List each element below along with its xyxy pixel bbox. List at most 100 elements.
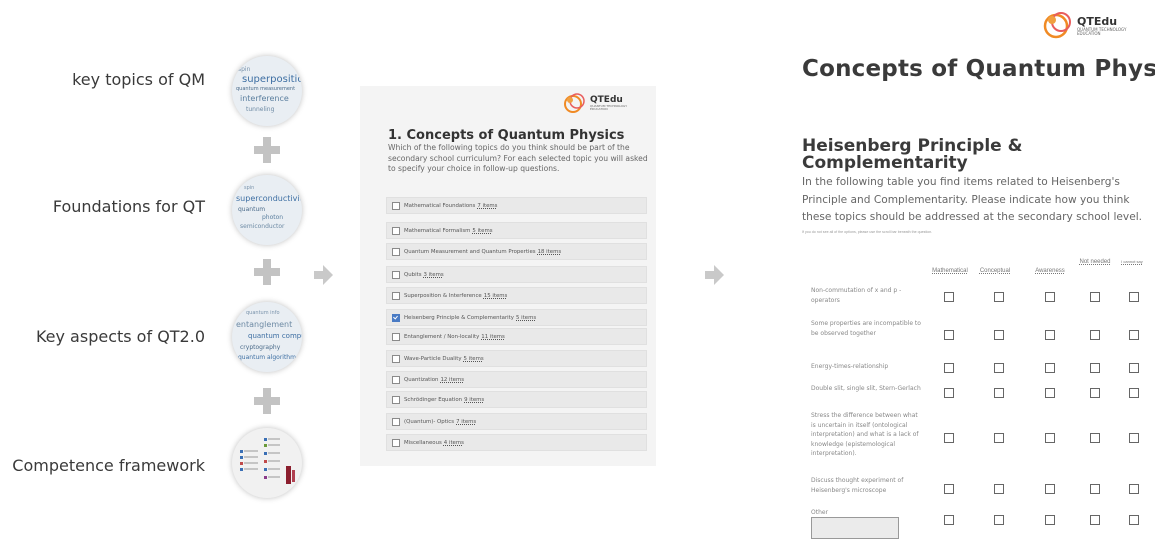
- word-cloud-word: photon: [262, 214, 284, 221]
- matrix-checkbox[interactable]: [994, 433, 1004, 443]
- topic-checkbox[interactable]: [392, 332, 400, 341]
- topic-option[interactable]: Mathematical Formalism 5 items: [386, 222, 647, 239]
- other-text-input[interactable]: [811, 517, 899, 539]
- topic-items-count: 7 items: [456, 418, 477, 425]
- matrix-checkbox[interactable]: [1129, 484, 1139, 494]
- matrix-checkbox[interactable]: [994, 330, 1004, 340]
- label-key-topics-qm: key topics of QM: [72, 70, 205, 89]
- column-header: Awareness: [1025, 267, 1075, 275]
- qtedu-logo-icon: [1043, 12, 1071, 39]
- competence-framework-thumbnail: [232, 428, 302, 498]
- matrix-checkbox[interactable]: [994, 515, 1004, 525]
- topic-option[interactable]: Qubits 3 items: [386, 266, 647, 283]
- matrix-checkbox[interactable]: [1129, 363, 1139, 373]
- matrix-checkbox[interactable]: [1090, 292, 1100, 302]
- topic-option[interactable]: Heisenberg Principle & Complementarity 5 …: [386, 309, 647, 326]
- topic-items-count: 3 items: [423, 271, 444, 278]
- matrix-checkbox[interactable]: [1045, 515, 1055, 525]
- logo-subtext: Quantum Technology Education: [590, 104, 628, 111]
- matrix-checkbox[interactable]: [944, 292, 954, 302]
- section-title: Heisenberg Principle & Complementarity: [802, 136, 1023, 173]
- matrix-checkbox[interactable]: [1045, 330, 1055, 340]
- topic-checkbox[interactable]: [392, 395, 400, 404]
- topic-checkbox[interactable]: [392, 201, 400, 210]
- matrix-checkbox[interactable]: [994, 484, 1004, 494]
- topic-option[interactable]: Mathematical Foundations 7 items: [386, 197, 647, 214]
- topic-checkbox[interactable]: [392, 375, 400, 384]
- topic-items-count: 11 items: [481, 333, 505, 340]
- topic-checkbox[interactable]: [392, 247, 400, 256]
- word-cloud-qt2: quantum info entanglement quantum comput…: [232, 302, 302, 372]
- matrix-checkbox[interactable]: [994, 292, 1004, 302]
- matrix-checkbox[interactable]: [994, 388, 1004, 398]
- survey-title: 1. Concepts of Quantum Physics: [388, 128, 625, 143]
- matrix-checkbox[interactable]: [1045, 433, 1055, 443]
- matrix-checkbox[interactable]: [1090, 330, 1100, 340]
- topic-label: Schrödinger Equation: [404, 396, 463, 403]
- matrix-row-label: Double slit, single slit, Stern-Gerlach: [811, 385, 921, 392]
- logo-text: QTEdu: [1077, 14, 1118, 28]
- topic-label: Wave-Particle Duality: [404, 355, 462, 362]
- topic-items-count: 4 items: [443, 439, 464, 446]
- topic-items-count: 7 items: [477, 202, 498, 209]
- topic-option[interactable]: Schrödinger Equation 9 items: [386, 391, 647, 408]
- topic-option[interactable]: Miscellaneous 4 items: [386, 434, 647, 451]
- matrix-checkbox[interactable]: [1090, 484, 1100, 494]
- matrix-checkbox[interactable]: [944, 433, 954, 443]
- matrix-checkbox[interactable]: [1129, 515, 1139, 525]
- matrix-checkbox[interactable]: [1045, 388, 1055, 398]
- topic-checkbox[interactable]: [392, 270, 400, 279]
- topic-checkbox[interactable]: [392, 354, 400, 363]
- matrix-checkbox[interactable]: [1129, 292, 1139, 302]
- topic-label: Superposition & Interference: [404, 292, 482, 299]
- topic-option[interactable]: Wave-Particle Duality 5 items: [386, 350, 647, 367]
- matrix-checkbox[interactable]: [1090, 363, 1100, 373]
- matrix-checkbox[interactable]: [994, 363, 1004, 373]
- qtedu-logo: QTEdu Quantum Technology Education: [1042, 10, 1143, 40]
- survey-description: Which of the following topics do you thi…: [388, 143, 648, 174]
- matrix-checkbox[interactable]: [1090, 388, 1100, 398]
- matrix-checkbox[interactable]: [1129, 433, 1139, 443]
- topic-checkbox[interactable]: [392, 226, 400, 235]
- topic-checkbox[interactable]: [392, 313, 400, 322]
- topic-label: Quantum Measurement and Quantum Properti…: [404, 248, 536, 255]
- word-cloud-word: quantum computing: [248, 332, 302, 340]
- matrix-checkbox[interactable]: [1045, 363, 1055, 373]
- matrix-row-label: Energy-times-relationship: [811, 363, 889, 370]
- matrix-checkbox[interactable]: [944, 388, 954, 398]
- section-description: In the following table you find items re…: [802, 176, 1143, 224]
- column-header-text: Not needed: [1079, 259, 1111, 265]
- matrix-row-label: Non-commutation of x and p - operators: [811, 287, 902, 304]
- topic-checkbox[interactable]: [392, 438, 400, 447]
- matrix-checkbox[interactable]: [1129, 330, 1139, 340]
- topic-items-count: 5 items: [472, 227, 493, 234]
- matrix-checkbox[interactable]: [944, 363, 954, 373]
- matrix-checkbox[interactable]: [1129, 388, 1139, 398]
- matrix-checkbox[interactable]: [944, 330, 954, 340]
- matrix-checkbox[interactable]: [1045, 292, 1055, 302]
- word-cloud-word: spin: [238, 66, 251, 73]
- matrix-checkbox[interactable]: [1090, 433, 1100, 443]
- matrix-checkbox[interactable]: [1045, 484, 1055, 494]
- topic-checkbox[interactable]: [392, 417, 400, 426]
- word-cloud-word: quantum info: [246, 310, 280, 316]
- label-foundations-qt: Foundations for QT: [52, 197, 205, 216]
- topic-checkbox[interactable]: [392, 291, 400, 300]
- framework-diagram-icon: [240, 438, 295, 484]
- topic-option[interactable]: Quantum Measurement and Quantum Properti…: [386, 243, 647, 260]
- column-header-text: Conceptual: [979, 268, 1011, 274]
- topic-option[interactable]: Entanglement / Non-locality 11 items: [386, 328, 647, 345]
- logo-subtext: Quantum Technology Education: [1077, 26, 1127, 36]
- matrix-checkbox[interactable]: [1090, 515, 1100, 525]
- arrow-right-icon: [314, 265, 333, 285]
- topic-option[interactable]: (Quantum)- Optics 7 items: [386, 413, 647, 430]
- topic-option[interactable]: Superposition & Interference 15 items: [386, 287, 647, 304]
- topic-option[interactable]: Quantization 12 items: [386, 371, 647, 388]
- column-header: Mathematical: [925, 267, 975, 275]
- plus-icon: [254, 259, 280, 285]
- word-cloud-word: interference: [240, 94, 289, 103]
- word-cloud-word: entanglement: [236, 320, 293, 329]
- matrix-checkbox[interactable]: [944, 515, 954, 525]
- word-cloud-word: quantum: [238, 206, 266, 213]
- matrix-checkbox[interactable]: [944, 484, 954, 494]
